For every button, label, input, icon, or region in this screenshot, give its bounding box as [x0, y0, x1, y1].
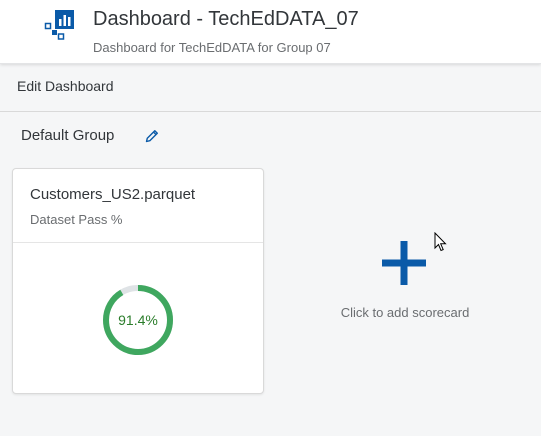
scorecard-subtitle: Dataset Pass % — [30, 212, 123, 227]
group-title: Default Group — [21, 127, 115, 144]
pencil-icon[interactable] — [144, 128, 160, 144]
plus-icon — [382, 241, 426, 285]
pass-rate-donut: 91.4% — [103, 285, 173, 355]
scorecard-header: Customers_US2.parquet Dataset Pass % — [13, 169, 263, 243]
app-header: Dashboard - TechEdDATA_07 Dashboard for … — [0, 0, 541, 64]
add-scorecard-label: Click to add scorecard — [340, 305, 470, 320]
dashboard-app-icon — [44, 10, 74, 40]
scorecard-value: 91.4% — [118, 312, 158, 328]
scorecard-card[interactable]: Customers_US2.parquet Dataset Pass % 91.… — [12, 168, 264, 394]
page-subtitle: Dashboard for TechEdDATA for Group 07 — [93, 40, 331, 55]
scorecard-title: Customers_US2.parquet — [30, 186, 196, 203]
add-scorecard-button[interactable]: Click to add scorecard — [320, 230, 490, 330]
page-title: Dashboard - TechEdDATA_07 — [93, 8, 359, 30]
mouse-cursor-icon — [434, 232, 447, 252]
edit-dashboard-button[interactable]: Edit Dashboard — [17, 78, 114, 94]
toolbar: Edit Dashboard — [0, 64, 541, 112]
